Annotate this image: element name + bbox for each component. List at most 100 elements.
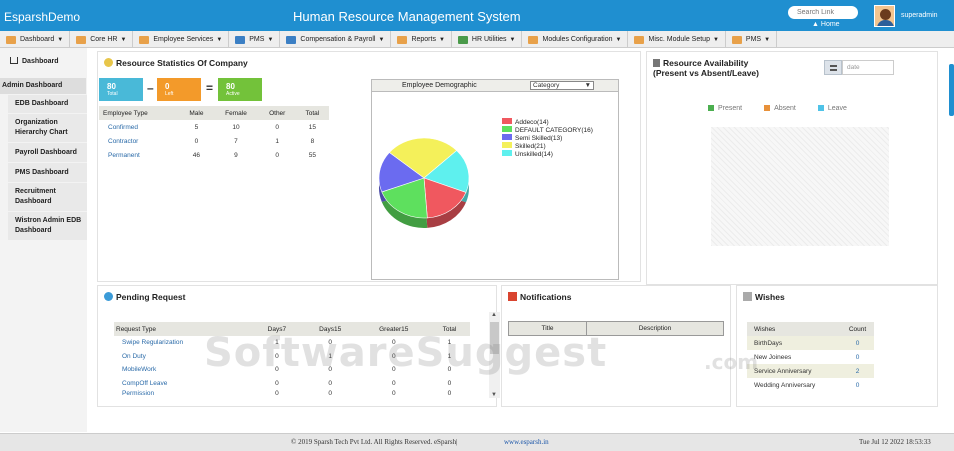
sidebar-item-edb-dashboard[interactable]: EDB Dashboard: [8, 95, 87, 113]
stat-value: 80: [107, 82, 116, 91]
calendar-button[interactable]: [824, 60, 842, 75]
chevron-down-icon: ▼: [438, 36, 445, 43]
table-cell[interactable]: 0: [302, 390, 359, 398]
employee-type-link[interactable]: Contractor: [99, 134, 180, 148]
app-name[interactable]: EsparshDemo: [4, 10, 80, 24]
table-cell[interactable]: 0: [429, 377, 470, 391]
scroll-up-icon[interactable]: ▲: [491, 312, 497, 318]
menu-reports[interactable]: Reports ▼: [391, 31, 452, 48]
panel-title: Wishes: [743, 292, 785, 302]
employee-type-link[interactable]: Confirmed: [99, 120, 180, 134]
sidebar-item-recruitment-dashboard[interactable]: Recruitment Dashboard: [8, 183, 87, 211]
legend-label: Semi Skilled(13): [515, 135, 563, 142]
main-menu-bar: Dashboard ▼ Core HR ▼ Employee Services ▼ P…: [0, 31, 954, 48]
chevron-down-icon: ▼: [764, 36, 771, 43]
folder-icon: [76, 35, 87, 44]
table-row: Permission 0 0 0 0: [114, 390, 470, 398]
scroll-down-icon[interactable]: ▼: [491, 392, 497, 398]
menu-label: PMS: [249, 36, 265, 43]
category-select[interactable]: Category ▼: [530, 81, 594, 90]
panel-subtitle: (Present vs Absent/Leave): [653, 68, 759, 78]
table-cell: 0: [194, 137, 199, 145]
legend-label: DEFAULT CATEGORY(16): [515, 127, 593, 134]
legend-item[interactable]: DEFAULT CATEGORY(16): [502, 126, 593, 134]
menu-pms[interactable]: PMS ▼: [229, 31, 281, 48]
page-scrollbar[interactable]: [949, 64, 954, 116]
table-cell[interactable]: 0: [359, 390, 429, 398]
menu-misc-module-setup[interactable]: Misc. Module Setup ▼: [628, 31, 726, 48]
table-cell[interactable]: 0: [359, 377, 429, 391]
table-row: Contractor 0 7 1 8: [99, 134, 329, 148]
stat-value: 80: [226, 82, 235, 91]
sidebar-item-pms-dashboard[interactable]: PMS Dashboard: [8, 163, 87, 182]
legend-item[interactable]: Skilled(21): [502, 142, 593, 150]
legend-item[interactable]: Semi Skilled(13): [502, 134, 593, 142]
table-header-row: Wishes Count: [747, 322, 874, 336]
menu-compensation-payroll[interactable]: Compensation & Payroll ▼: [280, 31, 392, 48]
pie-chart-icon: [104, 58, 113, 67]
chart-legend: Addeco(14) DEFAULT CATEGORY(16) Semi Skill…: [502, 118, 593, 158]
table-cell: 9: [234, 151, 238, 159]
sidebar-item-organization-hierarchy[interactable]: Organization Hierarchy Chart: [8, 114, 87, 142]
table-cell[interactable]: 0: [252, 390, 302, 398]
total-stat-card[interactable]: 80 Total: [99, 78, 143, 101]
legend-swatch: [502, 126, 512, 132]
current-datetime: Tue Jul 12 2022 18:53:33: [859, 438, 931, 446]
sidebar-item-payroll-dashboard[interactable]: Payroll Dashboard: [8, 143, 87, 162]
payroll-icon: [286, 35, 297, 44]
user-name[interactable]: superadmin: [901, 12, 938, 19]
search-link-input[interactable]: [788, 6, 858, 19]
wish-count[interactable]: 2: [841, 364, 874, 378]
menu-hr-utilities[interactable]: HR Utilities ▼: [452, 31, 523, 48]
request-type-link[interactable]: CompOff Leave: [114, 377, 252, 391]
leave-swatch: [817, 105, 824, 111]
request-type-link[interactable]: Permission: [114, 390, 252, 398]
column-header: Wishes: [747, 322, 842, 336]
menu-pms-2[interactable]: PMS ▼: [726, 31, 778, 48]
employee-type-link[interactable]: Permanent: [99, 148, 180, 162]
column-header: Employee Type: [99, 106, 180, 120]
sidebar-item-wistron-admin-edb[interactable]: Wistron Admin EDB Dashboard: [8, 212, 87, 240]
sidebar-title: Dashboard: [10, 57, 92, 67]
legend-present[interactable]: Present: [708, 105, 752, 112]
gift-icon: [743, 292, 752, 301]
table-row: New Joinees 0: [747, 350, 874, 364]
legend-absent[interactable]: Absent: [764, 105, 806, 112]
menu-employee-services[interactable]: Employee Services ▼: [133, 31, 230, 48]
column-header: Count: [841, 322, 874, 336]
legend-item[interactable]: Unskilled(14): [502, 150, 593, 158]
stat-label: Total: [107, 91, 118, 97]
calendar-icon: [830, 65, 837, 71]
menu-label: PMS: [745, 36, 762, 43]
legend-item[interactable]: Addeco(14): [502, 118, 593, 126]
table-cell[interactable]: 0: [429, 390, 470, 398]
calendar-icon: [653, 59, 660, 67]
legend-leave[interactable]: Leave: [817, 105, 857, 112]
wish-count[interactable]: 0: [841, 378, 874, 392]
wish-count[interactable]: 0: [841, 336, 874, 350]
select-value: Category: [533, 82, 560, 89]
table-cell[interactable]: 0: [302, 377, 359, 391]
home-link[interactable]: ▲ Home: [812, 21, 840, 28]
sidebar-item-admin-dashboard[interactable]: Admin Dashboard: [0, 78, 86, 94]
table-header-row: Employee Type Male Female Other Total: [99, 106, 329, 120]
employee-type-table: Employee Type Male Female Other Total Co…: [99, 106, 329, 162]
legend-label: Skilled(21): [515, 143, 546, 150]
table-cell[interactable]: 0: [252, 377, 302, 391]
folder-icon: [457, 35, 468, 44]
menu-label: Reports: [411, 36, 436, 43]
menu-dashboard[interactable]: Dashboard ▼: [0, 31, 71, 48]
minus-operator: –: [147, 81, 154, 95]
wish-count[interactable]: 0: [841, 350, 874, 364]
menu-modules-configuration[interactable]: Modules Configuration ▼: [522, 31, 629, 48]
left-stat-card[interactable]: 0 Left: [157, 78, 201, 101]
report-icon: [397, 35, 408, 44]
chart-title: Employee Demographic: [402, 82, 477, 89]
date-input[interactable]: date: [842, 60, 894, 75]
site-link[interactable]: www.esparsh.in: [504, 438, 549, 446]
active-stat-card[interactable]: 80 Active: [218, 78, 262, 101]
system-title: Human Resource Management System: [293, 9, 521, 24]
chevron-down-icon: ▼: [378, 36, 385, 43]
user-avatar[interactable]: [874, 5, 895, 27]
menu-core-hr[interactable]: Core HR ▼: [70, 31, 134, 48]
